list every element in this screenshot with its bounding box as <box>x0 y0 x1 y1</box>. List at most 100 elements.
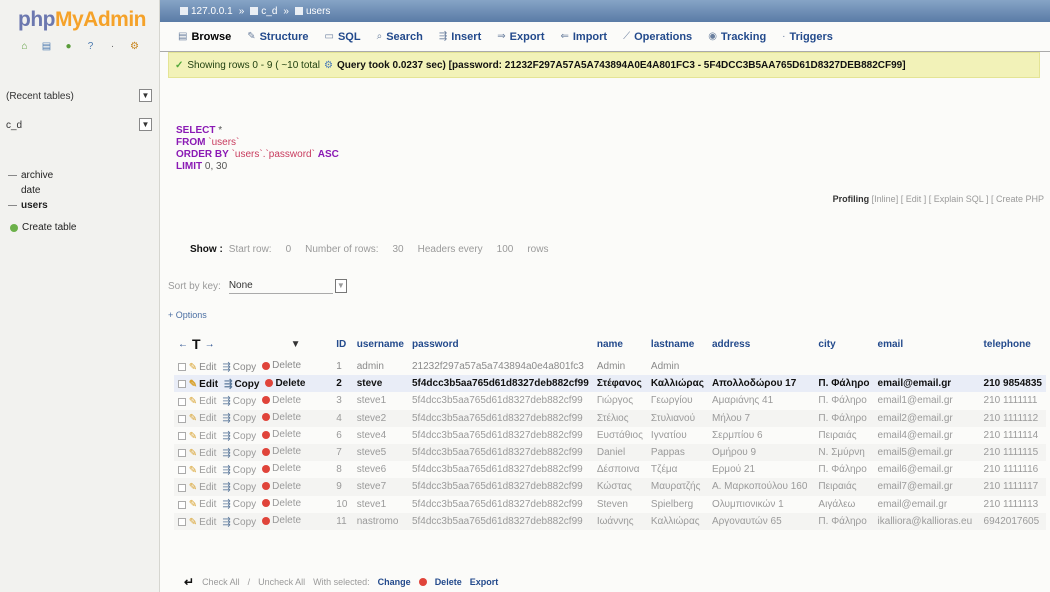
chevron-down-icon[interactable]: ▼ <box>139 118 152 131</box>
cell-email[interactable]: email6@email.gr <box>874 461 980 478</box>
edit-row-button[interactable]: ✎ Edit <box>189 499 217 510</box>
cell-name[interactable]: Κώστας <box>592 478 647 496</box>
cell-telephone[interactable]: 210 1111111 <box>980 392 1046 409</box>
edit-row-button[interactable]: ✎ Edit <box>189 379 218 390</box>
cell-email[interactable] <box>874 358 980 375</box>
cell-id[interactable]: 10 <box>332 496 352 513</box>
chevron-down-icon[interactable]: ▼ <box>334 279 347 293</box>
tab-operations[interactable]: ⟋ Operations <box>623 31 692 43</box>
cell-name[interactable]: Ευστάθιος <box>593 427 647 444</box>
cell-name[interactable]: Steven <box>593 496 647 513</box>
database-select[interactable]: c_d ▼ <box>2 117 152 133</box>
sort-key-select[interactable]: None <box>228 278 333 294</box>
cell-password[interactable]: 5f4dcc3b5aa765d61d8327deb882cf99 <box>408 392 593 409</box>
tab-insert[interactable]: ⇶ Insert <box>439 31 481 43</box>
exit-icon[interactable]: ▤ <box>40 40 53 53</box>
cell-id[interactable]: 9 <box>332 478 353 496</box>
delete-selected-button[interactable]: Delete <box>435 577 462 587</box>
copy-row-button[interactable]: ⇶ Copy <box>222 396 256 407</box>
cell-city[interactable]: Αιγάλεω <box>814 496 873 513</box>
edit-row-button[interactable]: ✎ Edit <box>189 517 217 528</box>
column-lastname[interactable]: lastname <box>647 330 708 358</box>
cell-name[interactable]: Στέλιος <box>592 409 647 427</box>
text-toggle-icon[interactable]: T <box>192 336 201 352</box>
create-php-link[interactable]: [ Create PHP <box>991 194 1044 204</box>
cell-name[interactable]: Admin <box>593 358 647 375</box>
tab-browse[interactable]: ▤ Browse <box>178 31 231 43</box>
docs2-icon[interactable]: · <box>106 40 119 53</box>
delete-row-button[interactable]: Delete <box>262 515 301 526</box>
row-checkbox[interactable] <box>178 414 186 423</box>
cell-lastname[interactable]: Ιγνατίου <box>647 427 708 444</box>
row-checkbox[interactable] <box>178 483 186 492</box>
cell-password[interactable]: 5f4dcc3b5aa765d61d8327deb882cf99 <box>407 375 593 393</box>
delete-row-button[interactable]: Delete <box>262 463 301 474</box>
cell-telephone[interactable]: 6942017605 <box>979 512 1046 530</box>
cell-name[interactable]: Daniel <box>592 443 647 462</box>
cell-address[interactable]: Μήλου 7 <box>707 409 815 427</box>
row-checkbox[interactable] <box>178 500 186 509</box>
tab-structure[interactable]: ✎ Structure <box>247 31 308 43</box>
cell-city[interactable]: Π. Φάληρο <box>814 392 873 409</box>
cell-name[interactable]: Στέφανος <box>592 375 647 393</box>
nav-table-date[interactable]: date <box>8 183 53 198</box>
delete-row-button[interactable]: Delete <box>262 429 301 440</box>
cell-lastname[interactable]: Στυλιανού <box>646 409 708 427</box>
nav-table-archive[interactable]: archive <box>8 168 53 183</box>
cell-username[interactable]: steve4 <box>353 427 408 444</box>
cell-telephone[interactable]: 210 1111113 <box>980 496 1046 513</box>
cell-name[interactable]: Δέσποινα <box>593 461 647 478</box>
column-telephone[interactable]: telephone <box>980 330 1046 358</box>
check-all-link[interactable]: Check All <box>202 577 240 587</box>
row-checkbox[interactable] <box>178 363 186 372</box>
tab-search[interactable]: ⌕ Search <box>377 31 423 43</box>
cell-password[interactable]: 5f4dcc3b5aa765d61d8327deb882cf99 <box>408 427 593 444</box>
cell-lastname[interactable]: Pappas <box>646 443 708 462</box>
delete-row-button[interactable]: Delete <box>265 378 305 389</box>
cell-email[interactable]: email1@email.gr <box>874 392 980 409</box>
copy-row-button[interactable]: ⇶ Copy <box>222 517 256 528</box>
cell-lastname[interactable]: Καλλιώρας <box>646 512 708 530</box>
tab-sql[interactable]: ▭ SQL <box>325 31 361 43</box>
cell-username[interactable]: steve <box>352 375 408 393</box>
delete-row-button[interactable]: Delete <box>262 360 301 371</box>
cell-lastname[interactable]: Γεωργίου <box>647 392 708 409</box>
delete-row-button[interactable]: Delete <box>262 446 301 457</box>
cell-password[interactable]: 21232f297a57a5a743894a0e4a801fc3 <box>408 358 593 375</box>
copy-row-button[interactable]: ⇶ Copy <box>222 431 256 442</box>
export-selected-button[interactable]: Export <box>470 577 499 587</box>
row-checkbox[interactable] <box>178 380 186 389</box>
copy-row-button[interactable]: ⇶ Copy <box>222 482 256 493</box>
tab-export[interactable]: ⇒ Export <box>497 31 544 43</box>
cell-telephone[interactable]: 210 1111115 <box>979 443 1046 462</box>
cell-email[interactable]: email@email.gr <box>873 375 980 393</box>
cell-address[interactable]: Απολλοδώρου 17 <box>707 375 815 393</box>
delete-row-button[interactable]: Delete <box>262 395 301 406</box>
cell-lastname[interactable]: Καλλιώρας <box>646 375 708 393</box>
cell-telephone[interactable] <box>980 358 1046 375</box>
cell-city[interactable]: Π. Φάληρο <box>814 409 874 427</box>
row-checkbox[interactable] <box>178 431 186 440</box>
cell-password[interactable]: 5f4dcc3b5aa765d61d8327deb882cf99 <box>408 461 593 478</box>
create-table-link[interactable]: Create table <box>10 222 76 233</box>
cell-city[interactable]: Π. Φάληρο <box>814 512 874 530</box>
cell-password[interactable]: 5f4dcc3b5aa765d61d8327deb882cf99 <box>407 478 593 496</box>
cell-city[interactable] <box>814 358 873 375</box>
rows-count-input[interactable]: 30 <box>385 244 412 255</box>
recent-tables-select[interactable]: (Recent tables) ▼ <box>2 88 152 104</box>
cell-password[interactable]: 5f4dcc3b5aa765d61d8327deb882cf99 <box>408 496 593 513</box>
cell-username[interactable]: steve1 <box>353 496 408 513</box>
cell-telephone[interactable]: 210 9854835 <box>979 375 1046 393</box>
arrow-right-icon[interactable]: → <box>205 339 215 350</box>
tab-import[interactable]: ⇐ Import <box>560 31 607 43</box>
column-id[interactable]: ID <box>332 330 352 358</box>
tab-tracking[interactable]: ◉ Tracking <box>708 31 766 43</box>
cell-id[interactable]: 7 <box>332 443 353 462</box>
sort-arrow-icon[interactable]: ▼ <box>291 339 301 350</box>
chevron-down-icon[interactable]: ▼ <box>139 89 152 102</box>
copy-row-button[interactable]: ⇶ Copy <box>222 362 256 373</box>
cell-lastname[interactable]: Μαυρατζής <box>646 478 708 496</box>
cell-email[interactable]: email7@email.gr <box>873 478 980 496</box>
breadcrumb-server[interactable]: 127.0.0.1 <box>180 6 233 17</box>
nav-table-users[interactable]: users <box>8 198 53 213</box>
